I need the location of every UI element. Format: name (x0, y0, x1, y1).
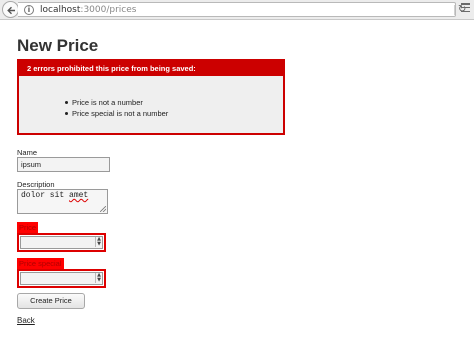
back-arrow-icon[interactable] (2, 1, 19, 18)
error-list: Price is not a number Price special is n… (65, 97, 168, 119)
price-special-input[interactable]: ▲ ▼ (17, 269, 106, 288)
address-bar[interactable]: i localhost:3000/prices ↻ (18, 2, 466, 17)
info-icon[interactable]: i (24, 5, 34, 15)
error-item: Price is not a number (65, 97, 168, 108)
hamburger-menu-icon[interactable] (461, 3, 470, 17)
name-input[interactable]: ipsum (17, 157, 110, 172)
create-price-button[interactable]: Create Price (17, 293, 85, 309)
price-input[interactable]: ▲ ▼ (17, 233, 106, 252)
url-text: localhost:3000/prices (40, 4, 136, 16)
resize-grip-icon[interactable] (100, 206, 106, 212)
urlbar-separator (454, 5, 455, 15)
error-item: Price special is not a number (65, 108, 168, 119)
page-title: New Price (17, 36, 99, 55)
error-explanation: 2 errors prohibited this price from bein… (17, 59, 285, 135)
price-input-box[interactable] (20, 236, 103, 249)
error-header: 2 errors prohibited this price from bein… (19, 61, 283, 76)
description-textarea[interactable]: dolor sit amet (17, 189, 108, 214)
price-special-input-box[interactable] (20, 272, 103, 285)
back-link[interactable]: Back (17, 315, 35, 326)
description-misspelled-word: amet (69, 191, 89, 200)
price-special-spinner[interactable]: ▲ ▼ (95, 273, 102, 283)
url-host: localhost (40, 5, 81, 15)
price-spinner[interactable]: ▲ ▼ (95, 237, 102, 247)
url-path: :3000/prices (80, 5, 137, 15)
price-special-label: Price special (17, 258, 64, 269)
browser-toolbar: i localhost:3000/prices ↻ (0, 0, 474, 20)
spin-down-icon[interactable]: ▼ (96, 278, 102, 283)
price-label: Price (17, 222, 39, 233)
description-text: dolor sit (21, 191, 70, 200)
spin-down-icon[interactable]: ▼ (96, 242, 102, 247)
